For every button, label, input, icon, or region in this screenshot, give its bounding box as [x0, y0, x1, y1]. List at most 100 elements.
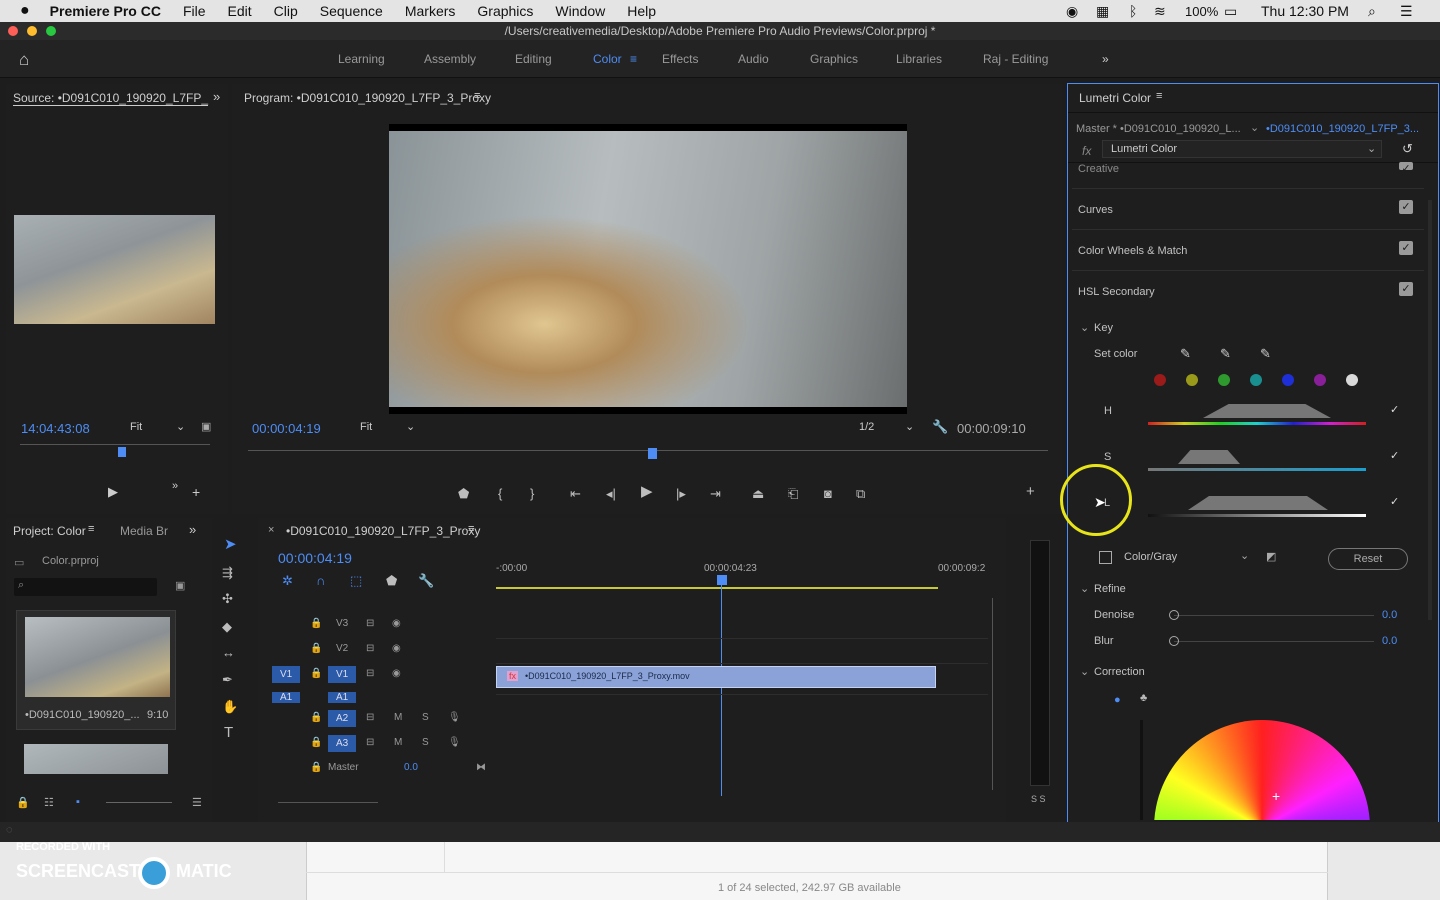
swatch-blue[interactable]	[1282, 374, 1294, 386]
meter-solo-labels[interactable]: S S	[1031, 794, 1046, 804]
type-tool-icon[interactable]: T	[224, 725, 233, 740]
source-patch-v1[interactable]: V1	[272, 666, 301, 683]
app-menu[interactable]: Premiere Pro CC	[50, 3, 161, 19]
timeline-playhead-marker[interactable]	[717, 575, 727, 585]
toggle-sync-icon[interactable]: ⊟	[366, 618, 374, 629]
source-playhead[interactable]	[118, 447, 126, 457]
project-tab[interactable]: Project: Color	[13, 524, 86, 538]
refine-disclosure-icon[interactable]: ⌄	[1080, 582, 1089, 595]
program-timecode[interactable]: 00:00:04:19	[252, 421, 321, 436]
color-gray-label[interactable]: Color/Gray	[1124, 551, 1177, 563]
master-volume[interactable]: 0.0	[404, 762, 418, 773]
hand-tool-icon[interactable]: ✋	[222, 700, 238, 713]
source-scrubber[interactable]	[20, 444, 210, 445]
close-window-button[interactable]	[8, 26, 18, 36]
eye-icon[interactable]: ◉	[392, 643, 401, 654]
section-color-wheels[interactable]: Color Wheels & Match	[1078, 245, 1187, 257]
microphone-icon[interactable]: 🎙	[448, 712, 461, 723]
program-play-button[interactable]: ▶	[641, 484, 653, 499]
tab-libraries[interactable]: Libraries	[896, 52, 942, 66]
blur-slider[interactable]	[1174, 641, 1374, 642]
menu-graphics[interactable]: Graphics	[477, 3, 533, 19]
apple-icon[interactable]: ●	[20, 2, 30, 20]
list-view-icon[interactable]: ☷	[44, 796, 54, 809]
linked-selection-icon[interactable]: ⬚	[350, 574, 362, 587]
eye-icon[interactable]: ◉	[392, 618, 401, 629]
master-pan-icon[interactable]: ⧓	[476, 762, 486, 773]
eye-icon[interactable]: ◉	[392, 668, 401, 679]
extract-icon[interactable]: ⎗	[788, 487, 798, 500]
lift-icon[interactable]: ⏏	[752, 487, 764, 500]
work-area-bar[interactable]	[496, 587, 938, 589]
go-to-out-icon[interactable]: ⇥	[710, 487, 721, 500]
section-hsl-secondary[interactable]: HSL Secondary	[1078, 286, 1155, 298]
timeline-vertical-scrollbar[interactable]	[992, 598, 993, 790]
program-resolution[interactable]: 1/2	[859, 421, 874, 433]
track-select-tool-icon[interactable]: ⇶	[222, 566, 233, 579]
wifi-icon[interactable]: ≋	[1154, 3, 1166, 20]
expand-panels-icon[interactable]: »	[213, 89, 220, 104]
correction-disclosure-icon[interactable]: ⌄	[1080, 665, 1089, 678]
toggle-sync-icon[interactable]: ⊟	[366, 668, 374, 679]
add-marker-timeline-icon[interactable]: ⬟	[386, 574, 397, 587]
tab-learning[interactable]: Learning	[338, 52, 385, 66]
source-zoom-chevron-icon[interactable]: ⌄	[176, 420, 185, 433]
tab-editing[interactable]: Editing	[515, 52, 552, 66]
program-resolution-chevron-icon[interactable]: ⌄	[905, 420, 914, 433]
project-settings-icon[interactable]: ☰	[192, 796, 202, 809]
source-more-icon[interactable]: »	[172, 480, 178, 492]
h-range-slider[interactable]	[1148, 396, 1368, 430]
notification-center-icon[interactable]: ☰	[1400, 3, 1413, 20]
l-checkmark-icon[interactable]: ✓	[1390, 495, 1399, 508]
zoom-slider[interactable]	[106, 802, 172, 803]
swatch-green[interactable]	[1218, 374, 1230, 386]
tab-effects[interactable]: Effects	[662, 52, 698, 66]
lock-icon[interactable]: 🔒	[310, 737, 322, 748]
lumetri-tab[interactable]: Lumetri Color	[1079, 91, 1151, 105]
video-clip[interactable]: fx •D091C010_190920_L7FP_3_Proxy.mov	[496, 666, 936, 688]
step-forward-icon[interactable]: |▸	[676, 487, 686, 500]
reset-button[interactable]: Reset	[1328, 548, 1408, 570]
lock-icon[interactable]: 🔒	[310, 762, 322, 773]
media-browser-tab[interactable]: Media Br	[120, 524, 168, 538]
effect-dropdown[interactable]: Lumetri Color ⌄	[1102, 140, 1382, 158]
close-sequence-icon[interactable]: ×	[268, 524, 274, 536]
program-tab[interactable]: Program: •D091C010_190920_L7FP_3_Proxy	[244, 91, 491, 105]
icon-view-icon[interactable]: ▪	[76, 796, 80, 808]
refine-label[interactable]: Refine	[1094, 583, 1126, 595]
project-menu-icon[interactable]: ≡	[88, 523, 94, 535]
bluetooth-icon[interactable]: ᛒ	[1129, 3, 1137, 19]
correction-label[interactable]: Correction	[1094, 666, 1145, 678]
eyedropper-add-icon[interactable]: ✎	[1220, 346, 1231, 362]
solo-button[interactable]: S	[422, 737, 429, 748]
section-creative[interactable]: Creative	[1078, 163, 1119, 175]
sequence-tab[interactable]: •D091C010_190920_L7FP_3_Proxy	[286, 524, 480, 538]
master-chevron-icon[interactable]: ⌄	[1250, 121, 1259, 134]
source-tab[interactable]: Source: •D091C010_190920_L7FP_	[13, 91, 209, 106]
add-marker-icon[interactable]: ⬟	[458, 487, 469, 500]
mute-button[interactable]: M	[394, 737, 402, 748]
swatch-red[interactable]	[1154, 374, 1166, 386]
lock-icon[interactable]: 🔒	[16, 796, 30, 809]
ripple-edit-tool-icon[interactable]: ✣	[222, 592, 233, 605]
project-expand-icon[interactable]: »	[189, 522, 196, 537]
s-range-slider[interactable]	[1148, 442, 1368, 476]
wrench-icon[interactable]: 🔧	[932, 419, 948, 435]
source-zoom[interactable]: Fit	[130, 421, 142, 433]
color-wheel-crosshair[interactable]: +	[1272, 788, 1280, 804]
swatch-white[interactable]	[1346, 374, 1358, 386]
lumetri-scrollbar[interactable]	[1428, 200, 1432, 620]
snap-icon[interactable]: ∩	[316, 574, 325, 587]
toggle-sync-icon[interactable]: ⊟	[366, 643, 374, 654]
hsl-secondary-checkbox[interactable]: ✓	[1399, 282, 1413, 296]
clip-thumbnail-2[interactable]	[24, 744, 168, 774]
timeline-settings-icon[interactable]: 🔧	[418, 574, 434, 587]
display-icon[interactable]: ▦	[1096, 3, 1109, 20]
menu-edit[interactable]: Edit	[228, 3, 252, 19]
battery-icon[interactable]: ▭	[1224, 3, 1237, 20]
section-curves[interactable]: Curves	[1078, 204, 1113, 216]
source-settings-icon[interactable]: ▣	[201, 420, 211, 433]
curves-checkbox[interactable]: ✓	[1399, 200, 1413, 214]
menu-markers[interactable]: Markers	[405, 3, 456, 19]
tab-raj-editing[interactable]: Raj - Editing	[983, 52, 1048, 66]
